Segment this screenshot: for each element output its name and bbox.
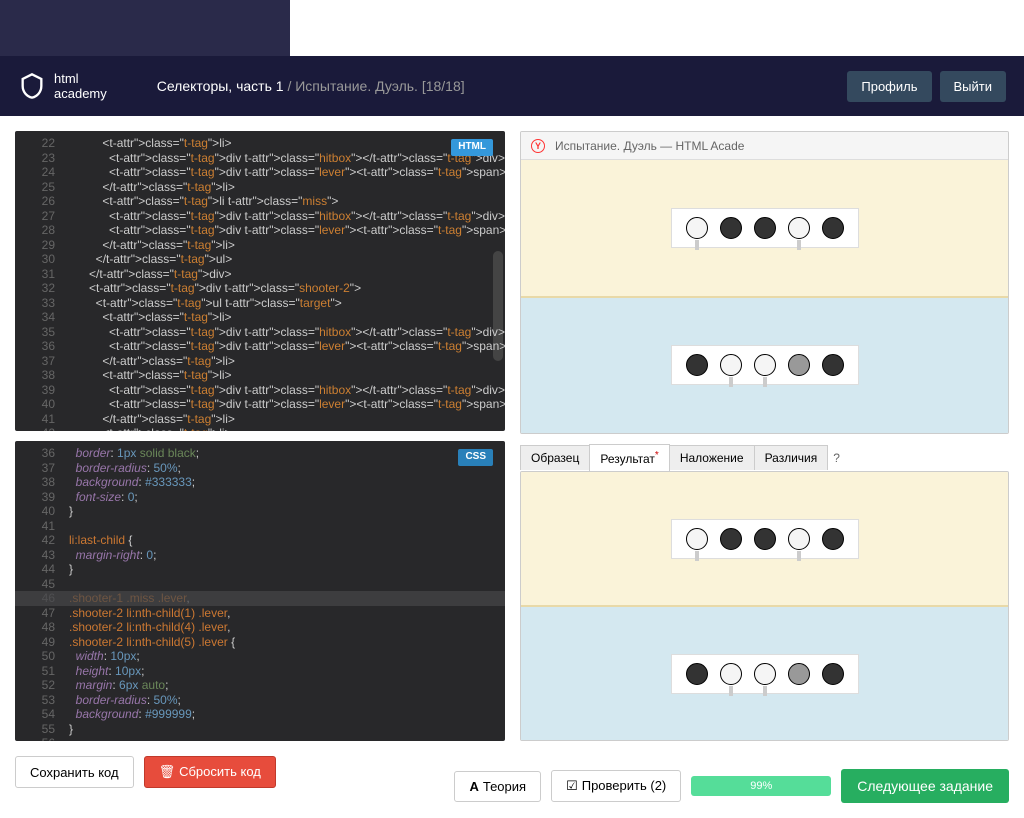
breadcrumb-count: [18/18] (422, 78, 465, 94)
next-button[interactable]: Следующее задание (841, 769, 1009, 803)
target (720, 528, 742, 550)
html-editor[interactable]: HTML 22232425262728293031323334353637383… (15, 131, 505, 431)
tab-различия[interactable]: Различия (754, 445, 829, 470)
header: html academy Селекторы, часть 1 / Испыта… (0, 56, 1024, 116)
css-badge: CSS (458, 449, 493, 466)
target (686, 354, 708, 376)
target (788, 217, 810, 239)
target (720, 663, 742, 685)
target (822, 217, 844, 239)
profile-button[interactable]: Профиль (847, 71, 931, 102)
target (754, 354, 776, 376)
target-box (671, 345, 859, 385)
target (788, 663, 810, 685)
reset-button[interactable]: Сбросить код (144, 756, 276, 788)
target (822, 354, 844, 376)
progress-bar: 99% (691, 776, 831, 796)
tab-образец[interactable]: Образец (520, 445, 590, 470)
target (822, 663, 844, 685)
footer-right: Теория Проверить (2) 99% Следующее задан… (454, 769, 1009, 803)
target (754, 217, 776, 239)
tab-результат[interactable]: Результат* (589, 444, 669, 471)
target (686, 663, 708, 685)
breadcrumb: Селекторы, часть 1 / Испытание. Дуэль. [… (157, 78, 465, 94)
tab-наложение[interactable]: Наложение (669, 445, 755, 470)
top-banner (0, 0, 290, 56)
target (788, 354, 810, 376)
breadcrumb-course[interactable]: Селекторы, часть 1 (157, 78, 284, 94)
preview-live: Y Испытание. Дуэль — HTML Acade (520, 131, 1009, 434)
target-box (671, 519, 859, 559)
shield-icon (18, 72, 46, 100)
preview-compare (520, 471, 1009, 741)
target (686, 217, 708, 239)
check-icon (566, 778, 582, 793)
brand-bottom: academy (54, 86, 107, 101)
logout-button[interactable]: Выйти (940, 71, 1007, 102)
logo[interactable]: html academy (18, 71, 107, 101)
page-title: Испытание. Дуэль — HTML Acade (555, 139, 744, 153)
font-icon (469, 779, 482, 794)
css-editor[interactable]: CSS 363738394041424344454647484950515253… (15, 441, 505, 741)
target (754, 663, 776, 685)
target (720, 354, 742, 376)
target (720, 217, 742, 239)
theory-button[interactable]: Теория (454, 771, 541, 802)
compare-tabs: ОбразецРезультат*НаложениеРазличия? (520, 444, 1009, 471)
target-box (671, 208, 859, 248)
html-badge: HTML (451, 139, 493, 156)
save-button[interactable]: Сохранить код (15, 756, 134, 788)
target (788, 528, 810, 550)
target (754, 528, 776, 550)
trash-icon (159, 764, 180, 779)
help-icon[interactable]: ? (833, 451, 840, 465)
yandex-icon: Y (531, 139, 545, 153)
check-button[interactable]: Проверить (2) (551, 770, 681, 802)
brand-top: html (54, 71, 107, 86)
target (686, 528, 708, 550)
target-box (671, 654, 859, 694)
breadcrumb-task: Испытание. Дуэль. (295, 78, 418, 94)
target (822, 528, 844, 550)
